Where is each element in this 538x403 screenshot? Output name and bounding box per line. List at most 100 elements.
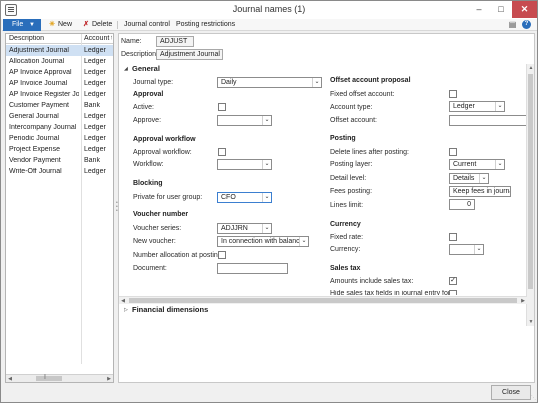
minimize-button[interactable]: – xyxy=(468,1,490,18)
column-header-account-type[interactable]: Account typ xyxy=(84,35,112,42)
description-field[interactable]: Adjustment Journal xyxy=(156,49,223,60)
number-allocation-label: Number allocation at posting: xyxy=(133,252,224,259)
account-type-dropdown[interactable]: Ledger ⌄ xyxy=(449,101,505,112)
close-button[interactable]: Close xyxy=(491,385,531,400)
number-allocation-checkbox[interactable] xyxy=(218,251,226,259)
cell-description: AP Invoice Journal xyxy=(9,80,68,87)
sales-tax-group-header: Sales tax xyxy=(330,265,361,272)
lines-limit-field[interactable]: 0 xyxy=(449,199,475,210)
currency-dropdown[interactable]: ⌄ xyxy=(449,244,484,255)
help-icon[interactable]: ? xyxy=(522,20,531,29)
lines-limit-label: Lines limit: xyxy=(330,202,364,209)
cell-description: AP Invoice Register Jo... xyxy=(9,91,79,98)
table-row[interactable]: Intercompany Journal Ledger xyxy=(6,122,113,133)
cell-account-type: Ledger xyxy=(84,135,106,142)
new-label: New xyxy=(58,21,73,28)
posting-layer-dropdown[interactable]: Current ⌄ xyxy=(449,159,505,170)
posting-layer-value: Current xyxy=(453,161,477,168)
journal-control-button[interactable]: Journal control xyxy=(124,19,170,31)
scroll-right-icon[interactable]: ▶ xyxy=(519,297,527,305)
hide-sales-tax-fields-checkbox[interactable] xyxy=(449,290,457,295)
chevron-down-icon: ⌄ xyxy=(495,160,504,169)
table-row[interactable]: Write-Off Journal Ledger xyxy=(6,166,113,177)
table-row[interactable]: AP Invoice Register Jo... Ledger xyxy=(6,89,113,100)
resize-grip-icon[interactable]: ⋱ xyxy=(531,395,536,401)
details-horizontal-scrollbar[interactable]: ◀ ▶ xyxy=(119,296,527,304)
cell-account-type: Ledger xyxy=(84,58,106,65)
cell-description: Vendor Payment xyxy=(9,157,61,164)
action-pane: File ▼ ✳ New ✗ Delete Journal control Post… xyxy=(2,19,537,31)
fees-posting-label: Fees posting: xyxy=(330,188,373,195)
cell-description: Customer Payment xyxy=(9,102,69,109)
delete-button[interactable]: ✗ Delete xyxy=(82,19,112,31)
approval-workflow-checkbox[interactable] xyxy=(218,148,226,156)
cell-description: General Journal xyxy=(9,113,59,120)
approval-workflow-label: Approval workflow: xyxy=(133,149,192,156)
table-row[interactable]: Vendor Payment Bank xyxy=(6,155,113,166)
detail-level-dropdown[interactable]: Details ⌄ xyxy=(449,173,489,184)
posting-layer-label: Posting layer: xyxy=(330,161,373,168)
table-row[interactable]: Project Expense Ledger xyxy=(6,144,113,155)
general-section-header[interactable]: General xyxy=(132,64,160,73)
offset-account-field[interactable] xyxy=(449,115,527,126)
scrollbar-thumb[interactable] xyxy=(129,298,517,303)
delete-lines-after-posting-checkbox[interactable] xyxy=(449,148,457,156)
journal-type-value: Daily xyxy=(221,79,237,86)
scroll-right-icon[interactable]: ▶ xyxy=(105,375,113,383)
maximize-button[interactable]: □ xyxy=(490,1,512,18)
scroll-left-icon[interactable]: ◀ xyxy=(6,375,14,383)
table-row[interactable]: Periodic Journal Ledger xyxy=(6,133,113,144)
scroll-down-icon[interactable]: ▼ xyxy=(527,318,535,326)
amounts-include-sales-tax-checkbox[interactable]: ✓ xyxy=(449,277,457,285)
chevron-down-icon: ⌄ xyxy=(262,193,271,202)
table-row[interactable]: General Journal Ledger xyxy=(6,111,113,122)
column-header-description[interactable]: Description xyxy=(9,35,79,42)
table-row[interactable]: AP Invoice Approval Ledger xyxy=(6,67,113,78)
table-row[interactable]: Adjustment Journal Ledger xyxy=(6,45,113,56)
account-type-label: Account type: xyxy=(330,104,373,111)
fixed-offset-account-checkbox[interactable] xyxy=(449,90,457,98)
financial-dimensions-section-header[interactable]: Financial dimensions xyxy=(132,305,208,314)
new-voucher-dropdown[interactable]: In connection with balance ⌄ xyxy=(217,236,309,247)
file-menu-button[interactable]: File ▼ xyxy=(3,19,41,31)
new-button[interactable]: ✳ New xyxy=(48,19,72,31)
table-row[interactable]: Allocation Journal Ledger xyxy=(6,56,113,67)
approve-dropdown[interactable]: ⌄ xyxy=(217,115,272,126)
grid-horizontal-scrollbar[interactable]: ◀ ▶ xyxy=(6,374,113,382)
workflow-dropdown[interactable]: ⌄ xyxy=(217,159,272,170)
scroll-up-icon[interactable]: ▲ xyxy=(527,64,535,72)
offset-account-proposal-group-header: Offset account proposal xyxy=(330,77,411,84)
offset-account-label: Offset account: xyxy=(330,117,377,124)
amounts-include-sales-tax-label: Amounts include sales tax: xyxy=(330,278,414,285)
active-checkbox[interactable] xyxy=(218,103,226,111)
scrollbar-thumb[interactable] xyxy=(36,374,62,381)
layout-icon[interactable]: ▤ xyxy=(508,20,517,29)
scroll-left-icon[interactable]: ◀ xyxy=(119,297,127,305)
collapse-general-icon[interactable]: ◢ xyxy=(124,66,128,72)
private-for-user-group-value: CFO xyxy=(221,194,236,201)
fees-posting-field[interactable]: Keep fees in journal xyxy=(449,186,511,197)
table-row[interactable]: AP Invoice Journal Ledger xyxy=(6,78,113,89)
voucher-series-dropdown[interactable]: ADJJRN ⌄ xyxy=(217,223,272,234)
document-field[interactable] xyxy=(217,263,288,274)
cell-description: Write-Off Journal xyxy=(9,168,62,175)
fixed-rate-checkbox[interactable] xyxy=(449,233,457,241)
close-window-button[interactable]: ✕ xyxy=(512,1,537,18)
details-vertical-scrollbar[interactable]: ▲ ▼ xyxy=(526,64,534,326)
scrollbar-thumb[interactable] xyxy=(528,74,533,289)
cell-account-type: Bank xyxy=(84,157,100,164)
cell-account-type: Ledger xyxy=(84,146,106,153)
chevron-down-icon: ⌄ xyxy=(262,224,271,233)
account-type-value: Ledger xyxy=(453,103,475,110)
cell-description: Project Expense xyxy=(9,146,60,153)
cell-account-type: Bank xyxy=(84,102,100,109)
table-row[interactable]: Customer Payment Bank xyxy=(6,100,113,111)
journal-type-dropdown[interactable]: Daily ⌄ xyxy=(217,77,322,88)
private-for-user-group-dropdown[interactable]: CFO ⌄ xyxy=(217,192,272,203)
cell-description: AP Invoice Approval xyxy=(9,69,72,76)
private-for-user-group-label: Private for user group: xyxy=(133,194,203,201)
voucher-series-label: Voucher series: xyxy=(133,225,182,232)
expand-financial-dimensions-icon[interactable]: ▷ xyxy=(124,307,128,313)
posting-restrictions-button[interactable]: Posting restrictions xyxy=(176,19,235,31)
name-field[interactable]: ADJUST xyxy=(156,36,194,47)
